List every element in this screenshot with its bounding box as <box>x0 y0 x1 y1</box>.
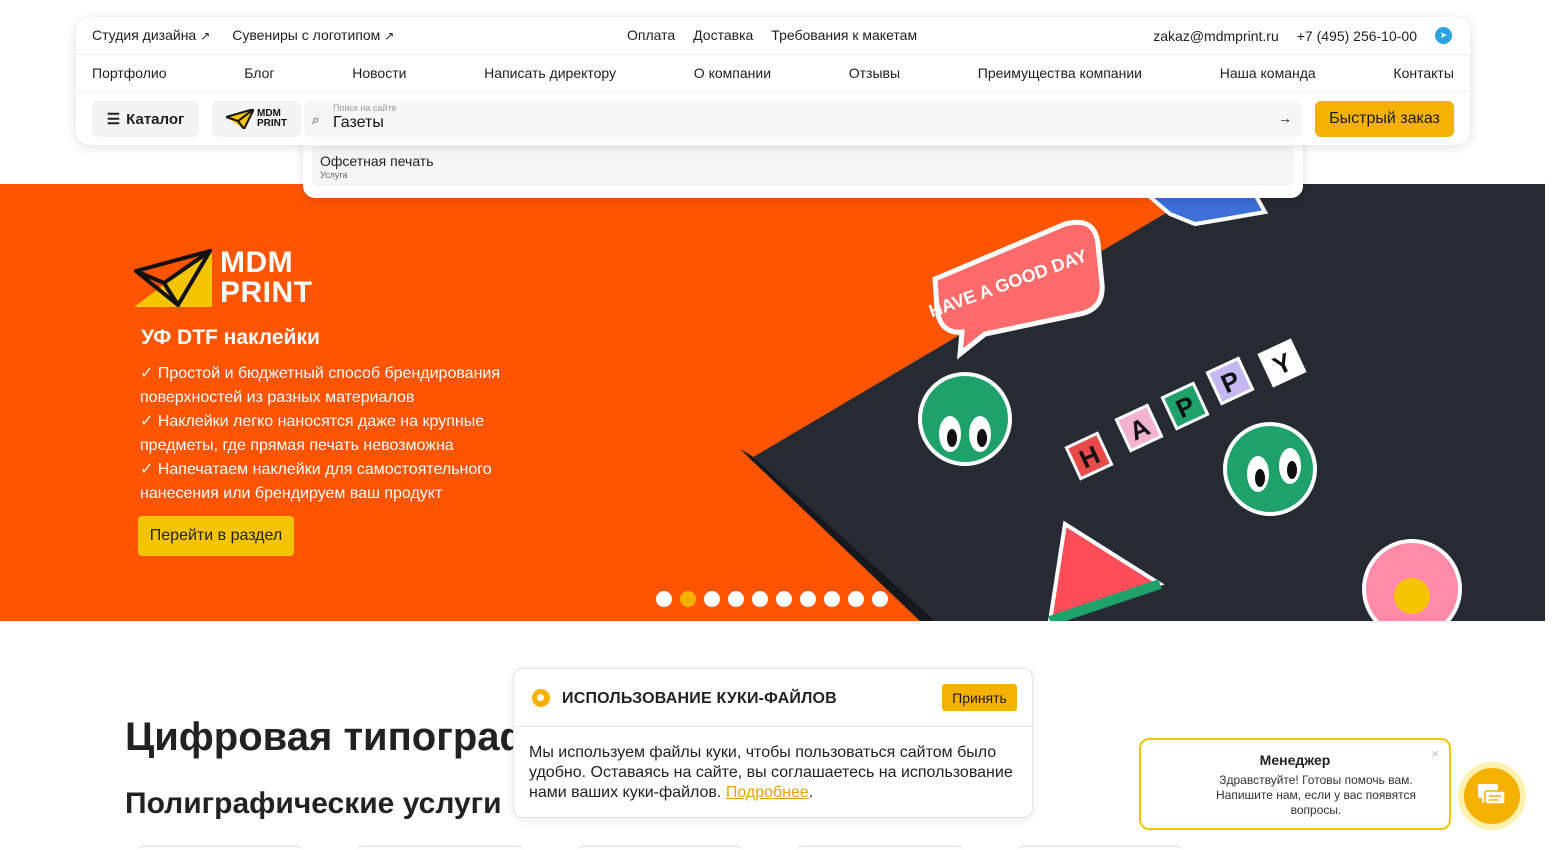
header-tool-row: ☰ Каталог MDM PRINT ⌕ Поиск на сайте Газ… <box>76 101 1470 137</box>
hero-title: УФ DTF наклейки <box>141 326 320 349</box>
logo-text: MDM PRINT <box>257 108 287 129</box>
hero-bullet: ✓ Простой и бюджетный способ брендирован… <box>140 365 500 406</box>
chat-popup: Менеджер × Здравствуйте! Готовы помочь в… <box>1139 738 1451 830</box>
search-placeholder: Поиск на сайте <box>333 103 397 113</box>
hero-bullets: ✓ Простой и бюджетный способ брендирован… <box>140 362 520 506</box>
chat-title: Менеджер <box>1259 752 1331 768</box>
nav-advantages[interactable]: Преимущества компании <box>978 65 1142 81</box>
layout-requirements-link[interactable]: Требования к макетам <box>771 27 917 43</box>
slider-dot[interactable] <box>824 591 840 607</box>
catalog-button[interactable]: ☰ Каталог <box>92 101 199 137</box>
nav-team[interactable]: Наша команда <box>1220 65 1316 81</box>
menu-icon: ☰ <box>106 111 121 128</box>
search-icon: ⌕ <box>312 112 320 127</box>
cookie-banner: ИСПОЛЬЗОВАНИЕ КУКИ-ФАЙЛОВ Принять Мы исп… <box>513 668 1033 818</box>
search-submit-arrow-icon[interactable]: → <box>1278 110 1292 126</box>
slider-dot[interactable] <box>728 591 744 607</box>
paper-plane-logo-icon <box>226 109 254 129</box>
accept-cookies-button[interactable]: Принять <box>942 684 1017 711</box>
email-link[interactable]: zakaz@mdmprint.ru <box>1153 28 1278 44</box>
main-nav: Портфолио Блог Новости Написать директор… <box>76 54 1470 92</box>
suggestion-item[interactable]: Офсетная печать Услуга <box>312 146 1294 186</box>
slider-dot[interactable] <box>776 591 792 607</box>
phone-link[interactable]: +7 (495) 256-10-00 <box>1297 28 1417 44</box>
hero-brand-text: MDM PRINT <box>220 246 313 309</box>
suggestion-title: Офсетная печать <box>320 153 434 169</box>
search-suggestions: Офсетная печать Услуга <box>303 137 1303 198</box>
external-arrow-icon: ↗ <box>384 29 395 43</box>
service-card[interactable] <box>796 845 964 850</box>
slider-dot[interactable] <box>704 591 720 607</box>
go-to-section-button[interactable]: Перейти в раздел <box>138 516 294 556</box>
slider-dot-active[interactable] <box>680 591 696 607</box>
delivery-link[interactable]: Доставка <box>693 27 753 43</box>
slider-dot[interactable] <box>872 591 888 607</box>
service-card[interactable] <box>1016 845 1184 850</box>
quick-order-button[interactable]: Быстрый заказ <box>1315 101 1454 137</box>
cookie-icon <box>532 689 550 707</box>
service-card[interactable] <box>356 845 524 850</box>
design-studio-link[interactable]: Студия дизайна ↗ <box>92 27 210 43</box>
payment-link[interactable]: Оплата <box>627 27 675 43</box>
chat-message: Здравствуйте! Готовы помочь вам. Напишит… <box>1215 773 1417 817</box>
cookie-title: ИСПОЛЬЗОВАНИЕ КУКИ-ФАЙЛОВ <box>562 690 837 707</box>
top-left-links: Студия дизайна ↗ Сувениры с логотипом ↗ <box>92 27 394 43</box>
pink-flower-sticker <box>1362 539 1462 621</box>
slider-dot[interactable] <box>800 591 816 607</box>
search-input[interactable]: ⌕ Поиск на сайте Газеты → <box>304 101 1302 137</box>
paper-plane-logo-icon <box>134 249 212 307</box>
slider-dot[interactable] <box>752 591 768 607</box>
section-title: Полиграфические услуги <box>125 787 502 820</box>
nav-news[interactable]: Новости <box>352 65 406 81</box>
nav-blog[interactable]: Блог <box>244 65 274 81</box>
hero-bullet: ✓ Наклейки легко наносятся даже на крупн… <box>140 413 485 454</box>
slider-dot[interactable] <box>656 591 672 607</box>
slider-dots <box>656 591 888 607</box>
header-top-row: Студия дизайна ↗ Сувениры с логотипом ↗ Оп… <box>76 17 1470 54</box>
slider-dot[interactable] <box>848 591 864 607</box>
site-logo[interactable]: MDM PRINT <box>212 101 301 137</box>
catalog-label: Каталог <box>126 110 185 128</box>
service-card[interactable] <box>136 845 304 850</box>
service-card[interactable] <box>576 845 744 850</box>
close-icon[interactable]: × <box>1431 746 1439 761</box>
chat-button[interactable] <box>1458 762 1526 830</box>
service-cards-row <box>136 845 1184 850</box>
chat-bubbles-icon <box>1478 784 1506 805</box>
flower-sticker-right <box>1223 422 1317 516</box>
nav-contacts[interactable]: Контакты <box>1393 65 1453 81</box>
site-header: Студия дизайна ↗ Сувениры с логотипом ↗ Оп… <box>76 17 1470 145</box>
souvenirs-link[interactable]: Сувениры с логотипом ↗ <box>232 27 394 43</box>
hero-bullet: ✓ Напечатаем наклейки для самостоятельно… <box>140 461 492 502</box>
nav-write-director[interactable]: Написать директору <box>484 65 616 81</box>
top-contacts: zakaz@mdmprint.ru +7 (495) 256-10-00 ➤ <box>1153 27 1452 44</box>
external-arrow-icon: ↗ <box>200 29 211 43</box>
nav-portfolio[interactable]: Портфолио <box>92 65 167 81</box>
hero-banner: HAVE A GOOD DAY H A P P Y MDM PRINT УФ D… <box>0 184 1545 621</box>
top-mid-links: Оплата Доставка Требования к макетам <box>627 27 917 43</box>
cookie-banner-header: ИСПОЛЬЗОВАНИЕ КУКИ-ФАЙЛОВ Принять <box>514 669 1032 727</box>
telegram-icon[interactable]: ➤ <box>1435 27 1452 44</box>
search-value: Газеты <box>333 114 384 131</box>
cookie-text: Мы используем файлы куки, чтобы пользова… <box>529 744 1013 801</box>
cookie-more-link[interactable]: Подробнее <box>726 784 809 801</box>
hero-logo: MDM PRINT <box>134 248 313 308</box>
suggestion-type: Услуга <box>320 170 348 180</box>
nav-about[interactable]: О компании <box>694 65 771 81</box>
chat-icon <box>1464 768 1520 824</box>
flower-sticker-left <box>918 372 1012 466</box>
nav-reviews[interactable]: Отзывы <box>849 65 900 81</box>
